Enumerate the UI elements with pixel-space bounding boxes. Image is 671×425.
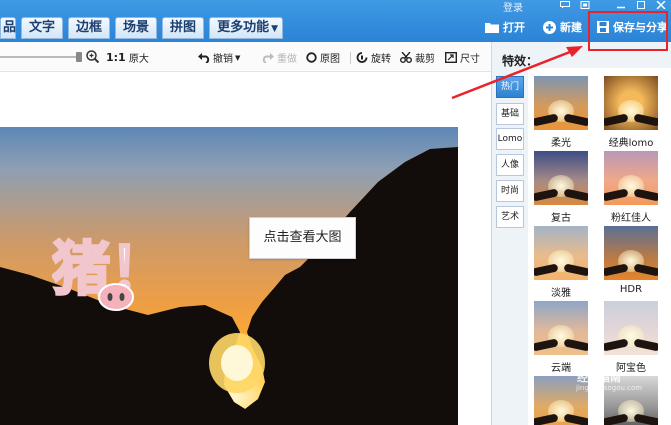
folder-icon — [485, 23, 499, 33]
canvas-area: 猪！ 点击查看大图 — [0, 72, 491, 425]
category-tab-portrait[interactable]: 人像 — [496, 154, 524, 176]
toolbar-divider — [350, 52, 351, 64]
skin-icon[interactable] — [580, 1, 590, 9]
original-image-button[interactable]: 原图 — [306, 50, 340, 65]
redo-button[interactable]: 重做 — [262, 50, 297, 65]
effect-cloud[interactable]: 云端 — [530, 301, 592, 374]
category-tab-lomo[interactable]: Lomo — [496, 128, 524, 150]
open-label: 打开 — [503, 21, 525, 34]
caret-down-icon: ▼ — [235, 53, 241, 62]
chevron-down-icon: ▼ — [271, 24, 278, 34]
top-bar: 品 文字 边框 场景 拼图 更多功能 ▼ 登录 打开 新建 保存与分享 — [0, 0, 671, 42]
effect-thumbnail — [534, 151, 588, 205]
effect-elegant[interactable]: 淡雅 — [530, 226, 592, 299]
effect-label: 淡雅 — [551, 288, 571, 299]
zoom-slider-handle[interactable] — [76, 52, 82, 62]
watermark-url: jingyan.sogou.com — [576, 384, 643, 392]
crop-button[interactable]: 裁剪 — [400, 50, 435, 65]
pig-text-sticker[interactable]: 猪！ — [51, 227, 170, 317]
effect-soft-light[interactable]: 柔光 — [530, 76, 592, 149]
undo-button[interactable]: 撤销 ▼ — [198, 50, 240, 65]
tab-more-features[interactable]: 更多功能 ▼ — [209, 17, 283, 39]
tab-more-label: 更多功能 — [217, 20, 270, 35]
redo-icon — [262, 53, 274, 63]
effect-thumbnail — [534, 226, 588, 280]
effect-hdr[interactable]: HDR — [600, 226, 662, 295]
scissors-icon — [400, 52, 412, 63]
effect-label: 复古 — [551, 213, 571, 224]
tab-border[interactable]: 边框 — [68, 17, 111, 39]
tab-text[interactable]: 文字 — [21, 17, 64, 39]
watermark-text: 经验指南 — [577, 371, 621, 384]
size-label: 尺寸 — [460, 54, 480, 65]
edit-toolbar: 1:1 原大 撤销 ▼ 重做 原图 旋转 裁剪 尺寸 — [0, 42, 491, 72]
rotate-label: 旋转 — [371, 54, 391, 65]
effect-thumbnail — [604, 226, 658, 280]
zoom-in-icon — [86, 50, 99, 63]
message-icon[interactable] — [560, 1, 570, 9]
view-large-image-tooltip[interactable]: 点击查看大图 — [249, 217, 356, 259]
effect-classic-lomo[interactable]: 经典lomo — [600, 76, 662, 149]
feature-tabs: 品 文字 边框 场景 拼图 更多功能 ▼ — [0, 17, 288, 39]
effect-thumbnail — [604, 151, 658, 205]
login-link[interactable]: 登录 — [503, 0, 523, 14]
tab-collage[interactable]: 拼图 — [162, 17, 205, 39]
close-icon[interactable] — [656, 0, 666, 10]
actual-size-button[interactable]: 1:1 原大 — [106, 50, 149, 65]
plus-circle-icon — [543, 20, 556, 34]
effect-pink-lady[interactable]: 粉红佳人 — [600, 151, 662, 224]
effect-thumbnail — [604, 76, 658, 130]
category-tab-fashion[interactable]: 时尚 — [496, 180, 524, 202]
effect-label: 粉红佳人 — [611, 213, 651, 224]
effect-thumbnail — [534, 301, 588, 355]
category-tab-art[interactable]: 艺术 — [496, 206, 524, 228]
zoom-in-button[interactable] — [86, 50, 102, 63]
new-label: 新建 — [560, 21, 582, 34]
effect-thumbnail — [604, 301, 658, 355]
original-icon — [306, 52, 317, 63]
effect-retro[interactable]: 复古 — [530, 151, 592, 224]
size-button[interactable]: 尺寸 — [445, 50, 480, 65]
open-button[interactable]: 打开 — [485, 18, 525, 36]
rotate-icon — [356, 52, 368, 63]
zoom-slider-track[interactable] — [0, 56, 80, 58]
effects-panel-title: 特效： — [502, 54, 539, 68]
ratio-label: 1:1 — [106, 51, 126, 64]
effect-label: 经典lomo — [608, 138, 654, 149]
original-label: 原图 — [320, 54, 340, 65]
new-button[interactable]: 新建 — [543, 18, 582, 36]
effects-panel: 特效： 热门 基础 Lomo 人像 时尚 艺术 柔光 经典lomo 复古 粉红佳… — [491, 42, 671, 425]
redo-label: 重做 — [277, 54, 297, 65]
effect-thumbnail — [534, 76, 588, 130]
tab-decorate[interactable]: 品 — [0, 17, 16, 39]
effect-abao-color[interactable]: 阿宝色 — [600, 301, 662, 374]
effect-label: HDR — [619, 284, 643, 295]
undo-icon — [198, 53, 210, 63]
rotate-button[interactable]: 旋转 — [356, 50, 391, 65]
photo-editor-window: 品 文字 边框 场景 拼图 更多功能 ▼ 登录 打开 新建 保存与分享 1:1 … — [0, 0, 671, 425]
actual-size-label: 原大 — [128, 54, 149, 65]
maximize-icon[interactable] — [636, 1, 646, 9]
effect-label: 柔光 — [551, 138, 571, 149]
tab-scene[interactable]: 场景 — [115, 17, 158, 39]
minimize-icon[interactable] — [616, 1, 626, 9]
crop-label: 裁剪 — [415, 54, 435, 65]
category-tab-hot[interactable]: 热门 — [496, 76, 524, 98]
category-tab-basic[interactable]: 基础 — [496, 103, 524, 125]
pig-nose-icon — [98, 283, 134, 311]
annotation-highlight-box — [588, 11, 668, 51]
resize-icon — [445, 52, 457, 63]
undo-label: 撤销 — [213, 54, 233, 65]
